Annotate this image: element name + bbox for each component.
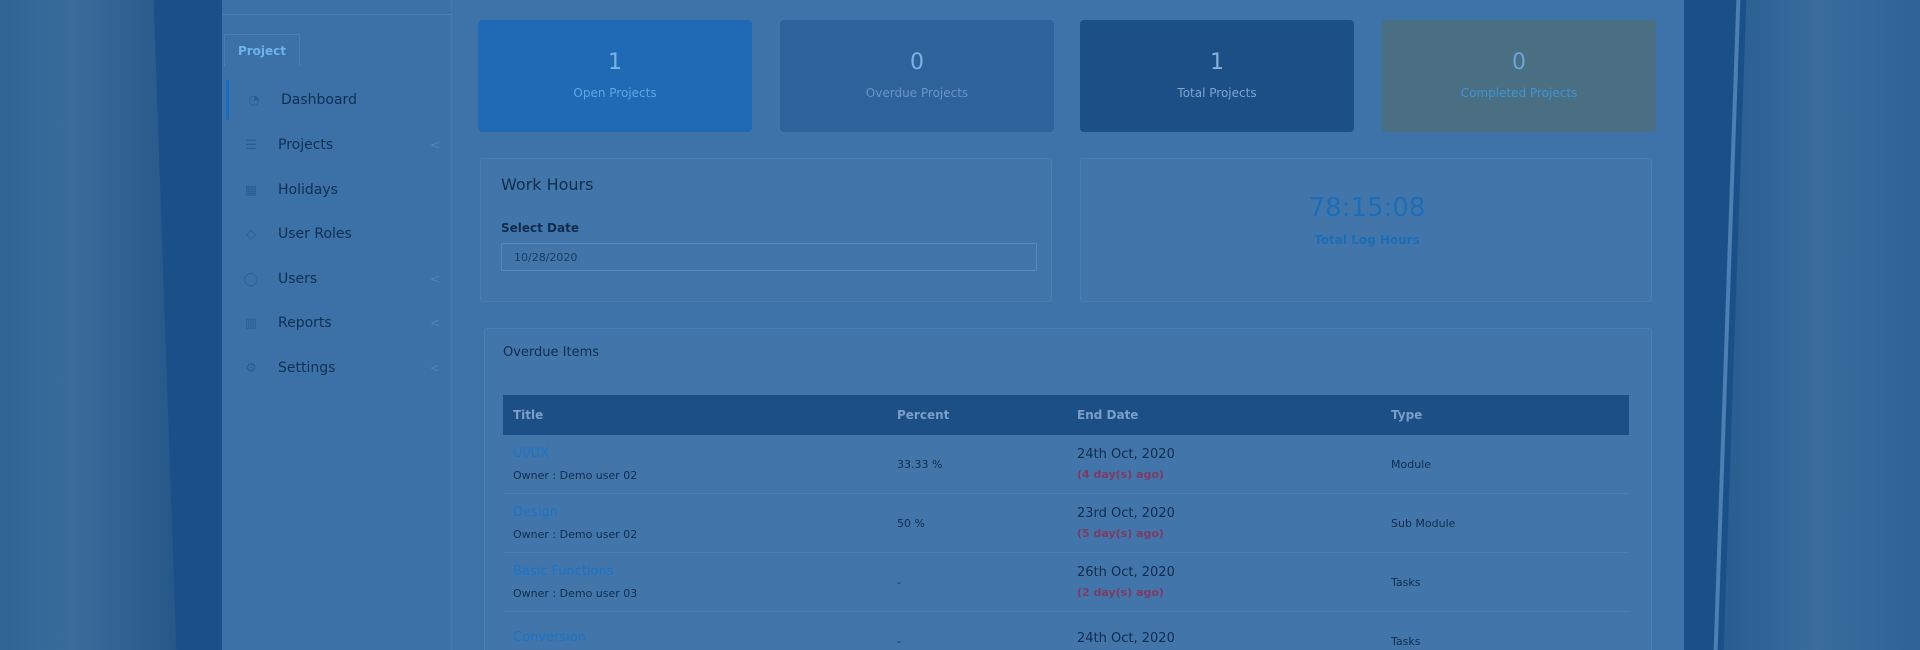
sidebar-item-users[interactable]: ◯ Users < bbox=[226, 259, 448, 299]
panel-title: Overdue Items bbox=[503, 345, 600, 360]
sidebar-item-user-roles[interactable]: ◇ User Roles bbox=[226, 214, 448, 254]
column-header-title[interactable]: Title bbox=[503, 408, 897, 422]
table-row: Design Owner : Demo user 02 50 % 23rd Oc… bbox=[503, 494, 1629, 553]
select-date-label: Select Date bbox=[501, 221, 579, 235]
work-hours-panel: Work Hours Select Date bbox=[480, 158, 1052, 302]
item-overdue-days: (2 day(s) ago) bbox=[1077, 586, 1164, 599]
stat-card-total-projects[interactable]: 1 Total Projects bbox=[1080, 20, 1354, 132]
stat-value: 0 bbox=[910, 50, 924, 75]
stat-label: Total Projects bbox=[1177, 86, 1257, 100]
chevron-left-icon: < bbox=[429, 316, 440, 330]
sidebar-item-label: Users bbox=[278, 271, 318, 287]
overdue-table: Title Percent End Date Type UI/UX Owner … bbox=[503, 395, 1629, 650]
item-end-date: 24th Oct, 2020 bbox=[1077, 630, 1175, 646]
list-icon: ☰ bbox=[245, 137, 257, 153]
sidebar-item-dashboard[interactable]: ◔ Dashboard bbox=[226, 80, 448, 120]
panel-title: Work Hours bbox=[501, 175, 594, 194]
stat-value: 0 bbox=[1512, 50, 1526, 75]
chevron-left-icon: < bbox=[429, 272, 440, 286]
calendar-icon: ▦ bbox=[244, 182, 258, 198]
item-overdue-days: (4 day(s) ago) bbox=[1077, 468, 1164, 481]
item-title-link[interactable]: Basic Functions bbox=[513, 564, 897, 579]
sidebar-item-projects[interactable]: ☰ Projects < bbox=[226, 125, 448, 165]
app-screen: Project ◔ Dashboard ☰ Projects < ▦ Holid… bbox=[222, 0, 1684, 650]
sidebar-item-label: Dashboard bbox=[281, 92, 357, 108]
item-type: Tasks bbox=[1391, 634, 1421, 648]
tag-icon: ◇ bbox=[246, 226, 256, 242]
item-end-date: 26th Oct, 2020 bbox=[1077, 565, 1175, 580]
user-icon: ◯ bbox=[243, 271, 259, 287]
total-log-hours-value: 78:15:08 bbox=[1308, 193, 1426, 223]
gear-icon: ⚙ bbox=[245, 360, 257, 376]
item-title-link[interactable]: UI/UX bbox=[513, 446, 897, 461]
sidebar-item-holidays[interactable]: ▦ Holidays bbox=[226, 170, 448, 210]
sidebar-item-label: User Roles bbox=[278, 226, 352, 242]
item-type: Sub Module bbox=[1391, 516, 1456, 530]
log-hours-panel: 78:15:08 Total Log Hours bbox=[1080, 158, 1652, 302]
item-owner: Owner : Demo user 03 bbox=[513, 587, 638, 600]
table-row: Conversion - 24th Oct, 2020 Tasks bbox=[503, 612, 1629, 650]
stat-label: Overdue Projects bbox=[865, 86, 969, 100]
item-owner: Owner : Demo user 02 bbox=[513, 528, 638, 541]
column-header-end-date[interactable]: End Date bbox=[1077, 408, 1391, 422]
sidebar-item-label: Holidays bbox=[278, 182, 338, 198]
item-overdue-days: (5 day(s) ago) bbox=[1077, 527, 1164, 540]
overdue-items-panel: Overdue Items Title Percent End Date Typ… bbox=[484, 328, 1652, 650]
item-percent: 33.33 % bbox=[897, 457, 943, 471]
column-header-type[interactable]: Type bbox=[1391, 408, 1629, 422]
stat-card-overdue-projects[interactable]: 0 Overdue Projects bbox=[780, 20, 1054, 132]
table-row: Basic Functions Owner : Demo user 03 - 2… bbox=[503, 553, 1629, 612]
tab-project[interactable]: Project bbox=[224, 34, 300, 66]
column-header-percent[interactable]: Percent bbox=[897, 408, 1077, 422]
dashboard-icon: ◔ bbox=[248, 92, 260, 108]
sidebar-item-label: Reports bbox=[278, 315, 332, 331]
item-owner: Owner : Demo user 02 bbox=[513, 469, 638, 482]
stat-card-completed-projects[interactable]: 0 Completed Projects bbox=[1382, 20, 1656, 132]
total-log-hours-label: Total Log Hours bbox=[1314, 233, 1420, 247]
sidebar-item-settings[interactable]: ⚙ Settings < bbox=[226, 348, 448, 388]
stat-label: Completed Projects bbox=[1460, 86, 1578, 100]
item-end-date: 24th Oct, 2020 bbox=[1077, 447, 1175, 462]
date-input[interactable] bbox=[501, 243, 1037, 271]
item-end-date: 23rd Oct, 2020 bbox=[1077, 506, 1175, 521]
item-percent: - bbox=[897, 575, 901, 589]
stat-value: 1 bbox=[608, 50, 622, 75]
chevron-left-icon: < bbox=[429, 138, 440, 152]
table-row: UI/UX Owner : Demo user 02 33.33 % 24th … bbox=[503, 435, 1629, 494]
item-percent: - bbox=[897, 634, 901, 648]
stat-card-open-projects[interactable]: 1 Open Projects bbox=[478, 20, 752, 132]
sidebar-item-label: Settings bbox=[278, 360, 336, 376]
stat-value: 1 bbox=[1210, 50, 1224, 75]
item-title-link[interactable]: Design bbox=[513, 505, 897, 520]
item-percent: 50 % bbox=[897, 516, 925, 530]
item-type: Tasks bbox=[1391, 575, 1421, 589]
stat-label: Open Projects bbox=[573, 86, 657, 100]
table-header: Title Percent End Date Type bbox=[503, 395, 1629, 435]
sidebar-item-reports[interactable]: ▥ Reports < bbox=[226, 303, 448, 343]
sidebar-divider bbox=[222, 14, 452, 15]
item-type: Module bbox=[1391, 457, 1431, 471]
sidebar: Project ◔ Dashboard ☰ Projects < ▦ Holid… bbox=[222, 0, 452, 650]
bar-chart-icon: ▥ bbox=[244, 315, 258, 331]
item-title-link[interactable]: Conversion bbox=[513, 630, 897, 645]
chevron-left-icon: < bbox=[429, 361, 440, 375]
sidebar-item-label: Projects bbox=[278, 137, 334, 153]
